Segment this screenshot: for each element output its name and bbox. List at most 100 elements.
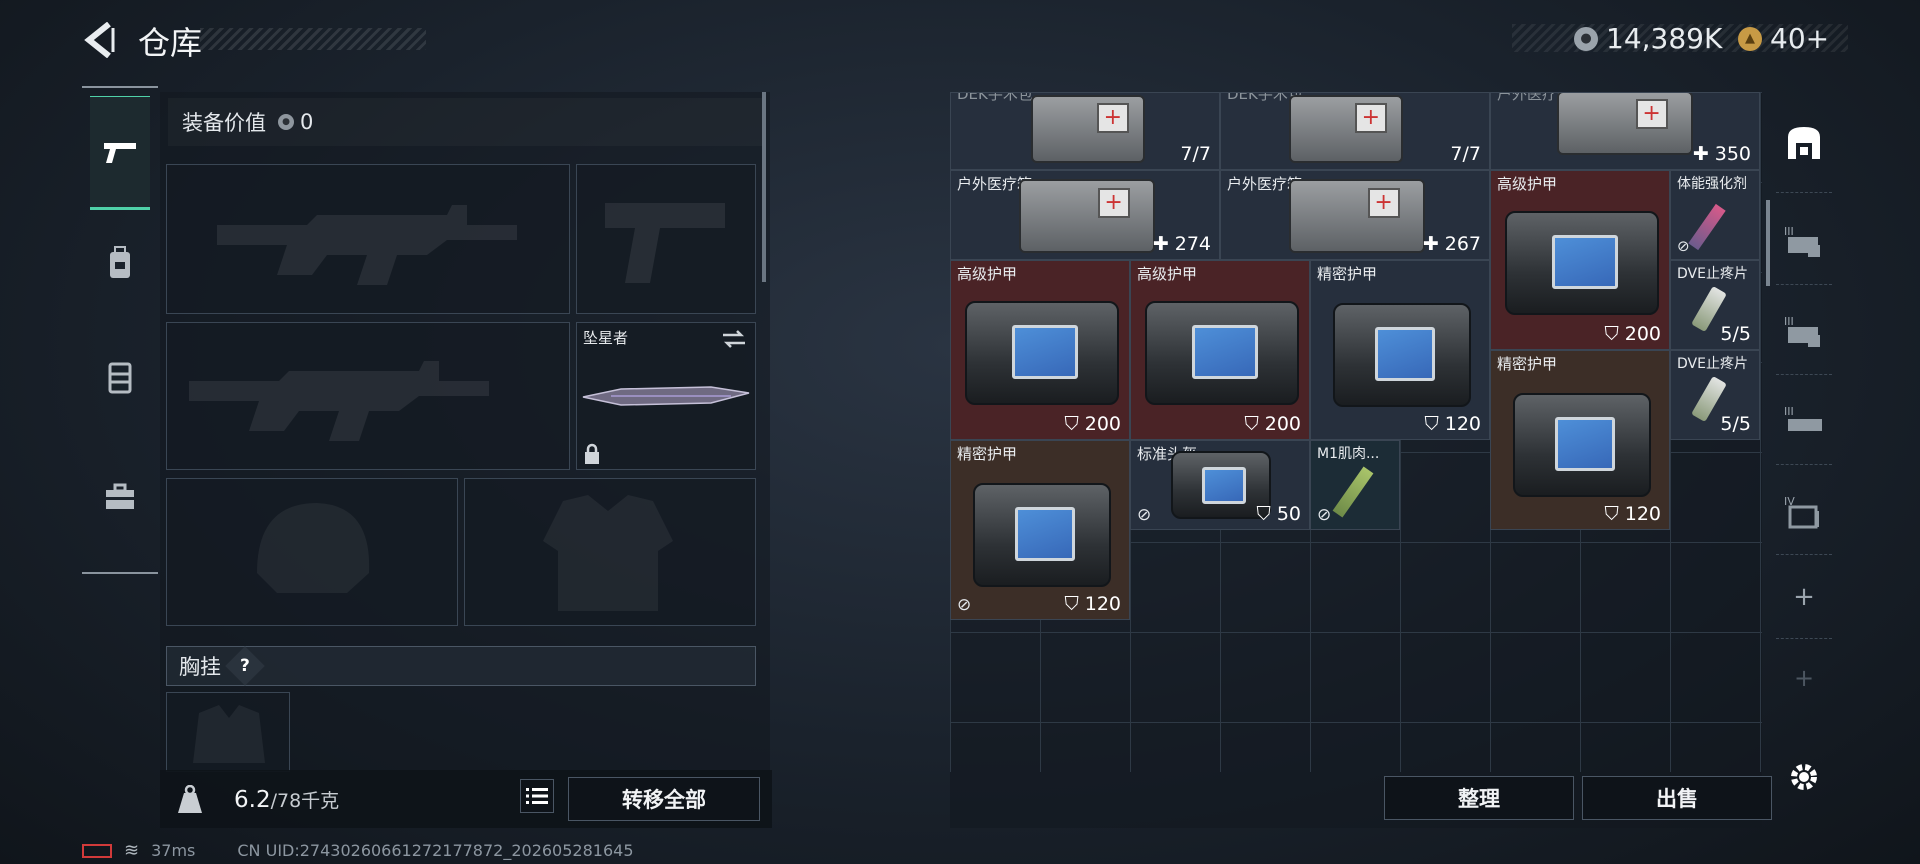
chest-rig-label: 胸挂 bbox=[179, 655, 221, 679]
gold-currency[interactable]: ▲ 40+ bbox=[1738, 22, 1829, 55]
equipment-value-label: 装备价值 bbox=[182, 111, 266, 135]
no-insure-icon: ⊘ bbox=[1317, 505, 1332, 525]
precision-armor-image bbox=[973, 483, 1111, 587]
weight-readout: 6.2 /78千克 bbox=[234, 786, 339, 813]
sell-button[interactable]: 出售 bbox=[1582, 776, 1772, 820]
back-button[interactable] bbox=[80, 20, 120, 60]
inventory-item[interactable]: 户外医疗箱 ✚350 bbox=[1490, 92, 1760, 170]
pistol-silhouette-icon bbox=[605, 203, 725, 283]
item-heal: ✚ 350 bbox=[1693, 143, 1751, 165]
rig-silhouette-icon bbox=[193, 705, 265, 763]
inventory-item[interactable]: 标准头盔 ⊘ ⛉ 50 bbox=[1130, 440, 1310, 530]
syringe-image bbox=[1688, 203, 1726, 251]
inventory-item[interactable]: 户外医疗箱 ✚267 bbox=[1220, 170, 1490, 260]
item-uses: 5/5 bbox=[1720, 413, 1751, 435]
inventory-item[interactable]: M1肌肉... ⊘ bbox=[1310, 440, 1400, 530]
inventory-item[interactable]: 高级护甲 ⛉ 200 bbox=[1130, 260, 1310, 440]
item-armor: ⛉ 200 bbox=[1244, 413, 1301, 435]
inventory-item[interactable]: DEK手术包 7/7 bbox=[1220, 92, 1490, 170]
weight-icon bbox=[170, 780, 210, 820]
helmet-silhouette-icon bbox=[257, 503, 370, 593]
item-value: 120 bbox=[1444, 413, 1481, 435]
tab-backpack[interactable] bbox=[90, 208, 150, 318]
transfer-all-button[interactable]: 转移全部 bbox=[568, 777, 760, 821]
item-name: DVE止疼片 bbox=[1677, 266, 1748, 282]
item-value: 50 bbox=[1276, 503, 1301, 525]
battery-icon bbox=[82, 843, 112, 858]
add-storage-button[interactable]: + bbox=[1776, 562, 1832, 632]
silver-coin-icon: ● bbox=[278, 114, 294, 130]
weight-current: 6.2 bbox=[234, 787, 271, 813]
title-stripe bbox=[200, 28, 426, 50]
tab-briefcase[interactable] bbox=[90, 442, 150, 552]
inventory-item[interactable]: 高级护甲 ⛉ 200 bbox=[1490, 170, 1670, 350]
warehouse-icon bbox=[1788, 127, 1820, 159]
rifle-silhouette-icon bbox=[217, 205, 517, 285]
back-arrow-icon bbox=[84, 22, 115, 58]
help-button[interactable]: ? bbox=[225, 646, 265, 686]
armor-slot[interactable] bbox=[464, 478, 756, 626]
shield-icon: ⛉ bbox=[1064, 413, 1079, 435]
storage-iii-icon: III bbox=[1784, 315, 1820, 347]
svg-text:III: III bbox=[1784, 225, 1794, 238]
storage-page-4[interactable]: IV bbox=[1776, 472, 1832, 552]
inventory-item[interactable]: 精密护甲 ⛉ 120 bbox=[1310, 260, 1490, 440]
inventory-scrollbar[interactable] bbox=[1766, 200, 1770, 286]
item-value: 200 bbox=[1264, 413, 1301, 435]
inventory-item[interactable]: DVE止疼片 5/5 bbox=[1670, 350, 1760, 440]
no-insure-icon: ⊘ bbox=[1137, 505, 1152, 525]
rifle-silhouette-icon bbox=[189, 361, 489, 441]
sidearm-slot[interactable] bbox=[576, 164, 756, 314]
ping-value: 37ms bbox=[151, 841, 196, 860]
storage-page-3c[interactable]: III bbox=[1776, 382, 1832, 462]
surgery-kit-image bbox=[1031, 95, 1145, 163]
storage-page-3b[interactable]: III bbox=[1776, 292, 1832, 372]
inventory-item[interactable]: 精密护甲 ⛉ 120 bbox=[1490, 350, 1670, 530]
melee-name: 坠星者 bbox=[583, 329, 629, 347]
advanced-armor-image bbox=[1505, 211, 1659, 315]
surgery-kit-image bbox=[1289, 95, 1403, 163]
storage-page-3a[interactable]: III bbox=[1776, 202, 1832, 282]
knife-icon bbox=[582, 386, 750, 406]
item-name: DEK手术包 bbox=[957, 92, 1033, 103]
settings-button[interactable] bbox=[1776, 754, 1832, 800]
no-insure-icon: ⊘ bbox=[1677, 237, 1690, 255]
plus-icon: + bbox=[1793, 582, 1815, 612]
container-icon bbox=[108, 362, 132, 394]
secondary-weapon-slot[interactable] bbox=[166, 322, 570, 470]
inventory-item[interactable]: 户外医疗箱 ✚274 bbox=[950, 170, 1220, 260]
item-value: 7/7 bbox=[1450, 143, 1481, 165]
item-durability: 7/7 bbox=[1450, 143, 1481, 165]
storage-iii-icon: III bbox=[1784, 225, 1820, 257]
sort-button[interactable]: 整理 bbox=[1384, 776, 1574, 820]
inventory-item[interactable]: DVE止疼片 5/5 bbox=[1670, 260, 1760, 350]
gold-value: 40+ bbox=[1770, 22, 1830, 55]
wifi-icon: ≋ bbox=[124, 840, 140, 861]
list-view-button[interactable] bbox=[520, 779, 554, 813]
inventory-item[interactable]: DEK手术包 7/7 bbox=[950, 92, 1220, 170]
svg-text:III: III bbox=[1784, 315, 1794, 328]
item-value: 120 bbox=[1624, 503, 1661, 525]
storage-main-button[interactable] bbox=[1776, 112, 1832, 174]
weight-max: /78千克 bbox=[270, 790, 340, 812]
equipment-tabs bbox=[82, 86, 158, 574]
storage-iii-icon: III bbox=[1784, 405, 1822, 431]
melee-slot[interactable]: 坠星者 bbox=[576, 322, 756, 470]
item-value: 7/7 bbox=[1180, 143, 1211, 165]
medkit-image bbox=[1557, 93, 1693, 155]
inventory-item[interactable]: 体能强化剂 ⊘ bbox=[1670, 170, 1760, 260]
item-armor: ⛉ 120 bbox=[1604, 503, 1661, 525]
shield-icon: ⛉ bbox=[1604, 503, 1619, 525]
swap-icon[interactable] bbox=[721, 329, 747, 349]
tab-weapons[interactable] bbox=[90, 96, 150, 210]
inventory-item[interactable]: 精密护甲 ⊘ ⛉ 120 bbox=[950, 440, 1130, 620]
plus-icon: ✚ bbox=[1422, 233, 1439, 255]
primary-weapon-slot[interactable] bbox=[166, 164, 570, 314]
user-uid: CN UID:27430260661272177872_202605281645 bbox=[237, 841, 634, 860]
inventory-item[interactable]: 高级护甲 ⛉ 200 bbox=[950, 260, 1130, 440]
chest-rig-slot[interactable] bbox=[166, 692, 290, 772]
tab-container[interactable] bbox=[90, 322, 150, 432]
helmet-slot[interactable] bbox=[166, 478, 458, 626]
equipment-scrollbar[interactable] bbox=[762, 92, 766, 282]
item-name: DVE止疼片 bbox=[1677, 356, 1748, 372]
